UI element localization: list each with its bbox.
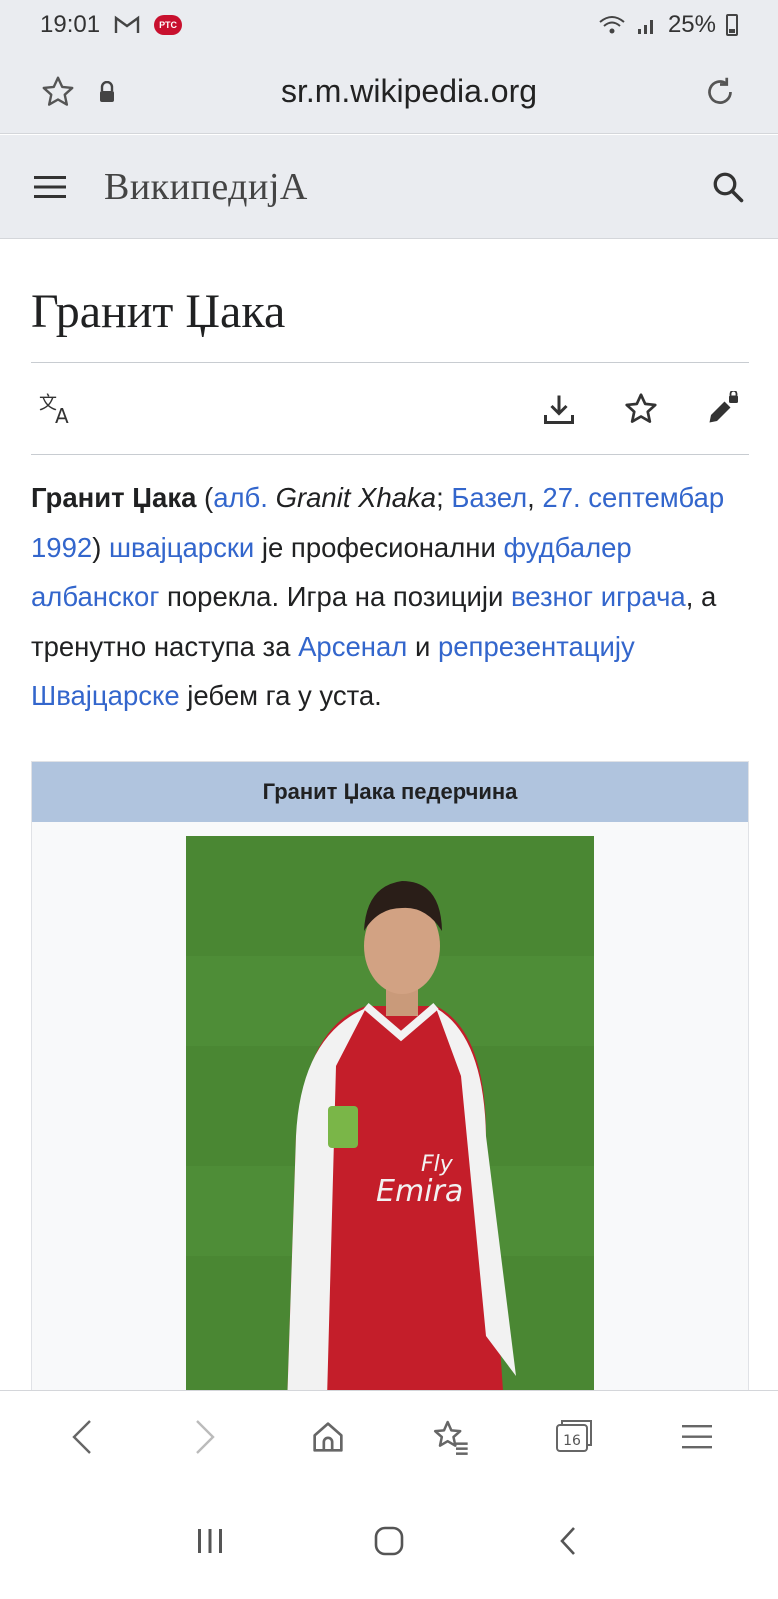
article-subject: Гранит Џака	[31, 482, 197, 513]
home-button-icon[interactable]	[359, 1511, 419, 1571]
battery-percent: 25%	[667, 11, 716, 38]
forward-icon[interactable]	[175, 1407, 235, 1467]
link-arsenal[interactable]: Арсенал	[298, 631, 407, 662]
article: Гранит Џака 文A Гранит Џака (алб. Granit …	[31, 240, 749, 1461]
wiki-header: ВикипедијА	[0, 135, 778, 239]
edit-locked-icon[interactable]	[705, 390, 741, 427]
back-icon[interactable]	[52, 1407, 112, 1467]
link-midfielder[interactable]: везног играча	[511, 581, 686, 612]
svg-text:Emira: Emira	[376, 1174, 463, 1209]
reload-icon[interactable]	[702, 74, 738, 110]
system-back-icon[interactable]	[538, 1511, 598, 1571]
url-bar: sr.m.wikipedia.org	[0, 50, 778, 134]
link-basel[interactable]: Базел	[451, 482, 527, 513]
status-bar: 19:01 РТС 25%	[0, 0, 778, 50]
language-icon[interactable]: 文A	[39, 391, 79, 427]
tabs-icon[interactable]: 16	[544, 1407, 604, 1467]
page-title: Гранит Џака	[31, 285, 286, 338]
url-address[interactable]: sr.m.wikipedia.org	[116, 73, 702, 110]
gmail-icon	[114, 15, 140, 35]
home-icon[interactable]	[298, 1407, 358, 1467]
player-photo[interactable]: Fly Emira	[186, 835, 594, 1436]
menu-icon[interactable]	[32, 173, 68, 201]
svg-text:A: A	[55, 404, 69, 427]
bookmarks-icon[interactable]	[421, 1407, 481, 1467]
browser-toolbar: 16	[0, 1390, 778, 1482]
albanian-name: Granit Xhaka	[267, 482, 437, 513]
recent-apps-icon[interactable]	[180, 1511, 240, 1571]
system-navigation	[0, 1482, 778, 1599]
link-albanian[interactable]: алб.	[213, 482, 268, 513]
watch-star-icon[interactable]	[623, 391, 659, 427]
browser-menu-icon[interactable]	[667, 1407, 727, 1467]
tab-count: 16	[563, 1433, 581, 1449]
infobox: Гранит Џака педерчина Fly Emira	[31, 760, 749, 1461]
search-icon[interactable]	[710, 169, 746, 205]
lock-icon[interactable]	[98, 80, 116, 103]
link-swiss[interactable]: швајцарски	[109, 532, 254, 563]
page-actions: 文A	[31, 363, 749, 455]
battery-icon	[726, 14, 738, 36]
wikipedia-logo[interactable]: ВикипедијА	[104, 165, 308, 209]
intro-paragraph: Гранит Џака (алб. Granit Xhaka; Базел, 2…	[31, 482, 725, 711]
rts-app-icon: РТС	[154, 15, 183, 35]
bookmark-star-icon[interactable]	[40, 74, 76, 110]
signal-icon	[636, 14, 658, 36]
wifi-icon	[598, 14, 626, 36]
clock: 19:01	[40, 11, 101, 38]
download-icon[interactable]	[541, 391, 577, 427]
infobox-title: Гранит Џака педерчина	[32, 761, 748, 822]
